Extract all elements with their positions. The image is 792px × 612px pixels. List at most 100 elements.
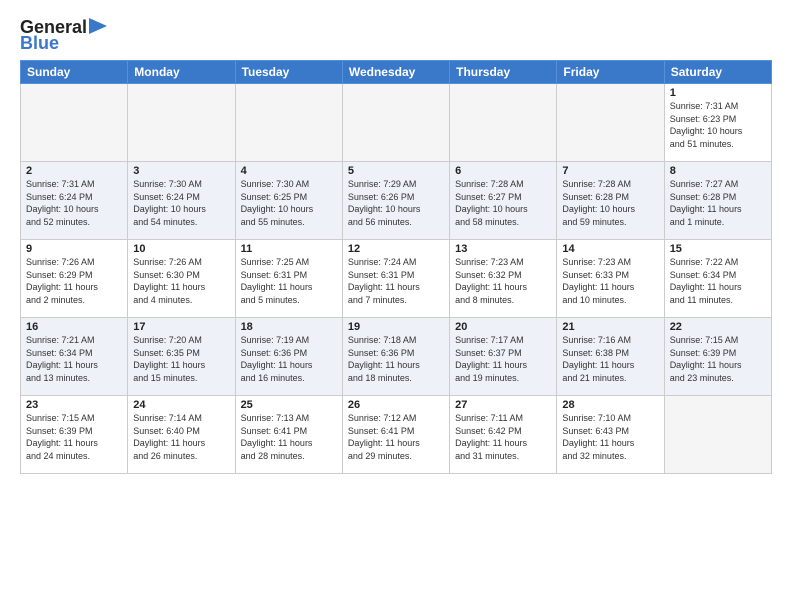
day-info: Sunrise: 7:30 AM Sunset: 6:25 PM Dayligh… [241, 178, 337, 228]
day-number: 10 [133, 243, 229, 255]
calendar-cell: 11Sunrise: 7:25 AM Sunset: 6:31 PM Dayli… [235, 240, 342, 318]
weekday-header-tuesday: Tuesday [235, 61, 342, 84]
day-info: Sunrise: 7:20 AM Sunset: 6:35 PM Dayligh… [133, 334, 229, 384]
logo-blue: Blue [20, 34, 107, 52]
day-info: Sunrise: 7:31 AM Sunset: 6:23 PM Dayligh… [670, 100, 766, 150]
calendar-cell: 4Sunrise: 7:30 AM Sunset: 6:25 PM Daylig… [235, 162, 342, 240]
day-info: Sunrise: 7:30 AM Sunset: 6:24 PM Dayligh… [133, 178, 229, 228]
weekday-header-saturday: Saturday [664, 61, 771, 84]
calendar-cell: 6Sunrise: 7:28 AM Sunset: 6:27 PM Daylig… [450, 162, 557, 240]
day-info: Sunrise: 7:18 AM Sunset: 6:36 PM Dayligh… [348, 334, 444, 384]
calendar-cell: 3Sunrise: 7:30 AM Sunset: 6:24 PM Daylig… [128, 162, 235, 240]
day-info: Sunrise: 7:26 AM Sunset: 6:29 PM Dayligh… [26, 256, 122, 306]
day-number: 9 [26, 243, 122, 255]
day-info: Sunrise: 7:15 AM Sunset: 6:39 PM Dayligh… [670, 334, 766, 384]
day-number: 20 [455, 321, 551, 333]
calendar-cell: 22Sunrise: 7:15 AM Sunset: 6:39 PM Dayli… [664, 318, 771, 396]
calendar-cell: 12Sunrise: 7:24 AM Sunset: 6:31 PM Dayli… [342, 240, 449, 318]
day-number: 3 [133, 165, 229, 177]
day-number: 1 [670, 87, 766, 99]
day-number: 27 [455, 399, 551, 411]
calendar-cell: 9Sunrise: 7:26 AM Sunset: 6:29 PM Daylig… [21, 240, 128, 318]
day-number: 7 [562, 165, 658, 177]
calendar-cell: 27Sunrise: 7:11 AM Sunset: 6:42 PM Dayli… [450, 396, 557, 474]
weekday-header-thursday: Thursday [450, 61, 557, 84]
day-number: 2 [26, 165, 122, 177]
calendar-cell [21, 84, 128, 162]
day-info: Sunrise: 7:15 AM Sunset: 6:39 PM Dayligh… [26, 412, 122, 462]
weekday-header-sunday: Sunday [21, 61, 128, 84]
day-number: 8 [670, 165, 766, 177]
calendar-cell: 2Sunrise: 7:31 AM Sunset: 6:24 PM Daylig… [21, 162, 128, 240]
day-info: Sunrise: 7:26 AM Sunset: 6:30 PM Dayligh… [133, 256, 229, 306]
day-number: 15 [670, 243, 766, 255]
day-number: 18 [241, 321, 337, 333]
calendar-cell: 23Sunrise: 7:15 AM Sunset: 6:39 PM Dayli… [21, 396, 128, 474]
day-info: Sunrise: 7:11 AM Sunset: 6:42 PM Dayligh… [455, 412, 551, 462]
day-number: 21 [562, 321, 658, 333]
day-number: 25 [241, 399, 337, 411]
calendar-cell: 7Sunrise: 7:28 AM Sunset: 6:28 PM Daylig… [557, 162, 664, 240]
weekday-header-friday: Friday [557, 61, 664, 84]
calendar-cell: 19Sunrise: 7:18 AM Sunset: 6:36 PM Dayli… [342, 318, 449, 396]
day-number: 17 [133, 321, 229, 333]
logo-flag-icon [89, 18, 107, 34]
day-number: 26 [348, 399, 444, 411]
calendar-cell [235, 84, 342, 162]
day-info: Sunrise: 7:17 AM Sunset: 6:37 PM Dayligh… [455, 334, 551, 384]
day-info: Sunrise: 7:28 AM Sunset: 6:27 PM Dayligh… [455, 178, 551, 228]
calendar-cell: 1Sunrise: 7:31 AM Sunset: 6:23 PM Daylig… [664, 84, 771, 162]
logo: General Blue [20, 18, 107, 52]
calendar-cell [128, 84, 235, 162]
weekday-header-wednesday: Wednesday [342, 61, 449, 84]
day-number: 14 [562, 243, 658, 255]
day-number: 23 [26, 399, 122, 411]
calendar-week-row: 23Sunrise: 7:15 AM Sunset: 6:39 PM Dayli… [21, 396, 772, 474]
day-number: 4 [241, 165, 337, 177]
day-number: 24 [133, 399, 229, 411]
calendar-week-row: 9Sunrise: 7:26 AM Sunset: 6:29 PM Daylig… [21, 240, 772, 318]
day-info: Sunrise: 7:24 AM Sunset: 6:31 PM Dayligh… [348, 256, 444, 306]
calendar-week-row: 16Sunrise: 7:21 AM Sunset: 6:34 PM Dayli… [21, 318, 772, 396]
day-info: Sunrise: 7:29 AM Sunset: 6:26 PM Dayligh… [348, 178, 444, 228]
day-info: Sunrise: 7:14 AM Sunset: 6:40 PM Dayligh… [133, 412, 229, 462]
day-info: Sunrise: 7:25 AM Sunset: 6:31 PM Dayligh… [241, 256, 337, 306]
calendar-week-row: 2Sunrise: 7:31 AM Sunset: 6:24 PM Daylig… [21, 162, 772, 240]
calendar-cell: 24Sunrise: 7:14 AM Sunset: 6:40 PM Dayli… [128, 396, 235, 474]
calendar-cell [664, 396, 771, 474]
calendar-cell: 28Sunrise: 7:10 AM Sunset: 6:43 PM Dayli… [557, 396, 664, 474]
day-info: Sunrise: 7:13 AM Sunset: 6:41 PM Dayligh… [241, 412, 337, 462]
calendar-week-row: 1Sunrise: 7:31 AM Sunset: 6:23 PM Daylig… [21, 84, 772, 162]
calendar-cell: 15Sunrise: 7:22 AM Sunset: 6:34 PM Dayli… [664, 240, 771, 318]
day-number: 28 [562, 399, 658, 411]
calendar-cell: 26Sunrise: 7:12 AM Sunset: 6:41 PM Dayli… [342, 396, 449, 474]
calendar-cell [450, 84, 557, 162]
calendar-cell: 16Sunrise: 7:21 AM Sunset: 6:34 PM Dayli… [21, 318, 128, 396]
calendar-cell: 13Sunrise: 7:23 AM Sunset: 6:32 PM Dayli… [450, 240, 557, 318]
day-info: Sunrise: 7:28 AM Sunset: 6:28 PM Dayligh… [562, 178, 658, 228]
calendar-cell: 25Sunrise: 7:13 AM Sunset: 6:41 PM Dayli… [235, 396, 342, 474]
day-info: Sunrise: 7:23 AM Sunset: 6:32 PM Dayligh… [455, 256, 551, 306]
day-info: Sunrise: 7:23 AM Sunset: 6:33 PM Dayligh… [562, 256, 658, 306]
day-info: Sunrise: 7:31 AM Sunset: 6:24 PM Dayligh… [26, 178, 122, 228]
calendar-cell [557, 84, 664, 162]
weekday-header-monday: Monday [128, 61, 235, 84]
day-number: 12 [348, 243, 444, 255]
calendar-cell: 18Sunrise: 7:19 AM Sunset: 6:36 PM Dayli… [235, 318, 342, 396]
day-number: 6 [455, 165, 551, 177]
day-number: 5 [348, 165, 444, 177]
calendar-cell: 17Sunrise: 7:20 AM Sunset: 6:35 PM Dayli… [128, 318, 235, 396]
day-number: 11 [241, 243, 337, 255]
day-number: 13 [455, 243, 551, 255]
day-info: Sunrise: 7:10 AM Sunset: 6:43 PM Dayligh… [562, 412, 658, 462]
page: General Blue SundayMondayTuesdayWednesda… [0, 0, 792, 484]
calendar-cell: 10Sunrise: 7:26 AM Sunset: 6:30 PM Dayli… [128, 240, 235, 318]
day-number: 22 [670, 321, 766, 333]
calendar-cell: 21Sunrise: 7:16 AM Sunset: 6:38 PM Dayli… [557, 318, 664, 396]
calendar-cell: 20Sunrise: 7:17 AM Sunset: 6:37 PM Dayli… [450, 318, 557, 396]
header: General Blue [20, 18, 772, 52]
calendar-table: SundayMondayTuesdayWednesdayThursdayFrid… [20, 60, 772, 474]
calendar-cell [342, 84, 449, 162]
day-info: Sunrise: 7:22 AM Sunset: 6:34 PM Dayligh… [670, 256, 766, 306]
day-info: Sunrise: 7:16 AM Sunset: 6:38 PM Dayligh… [562, 334, 658, 384]
